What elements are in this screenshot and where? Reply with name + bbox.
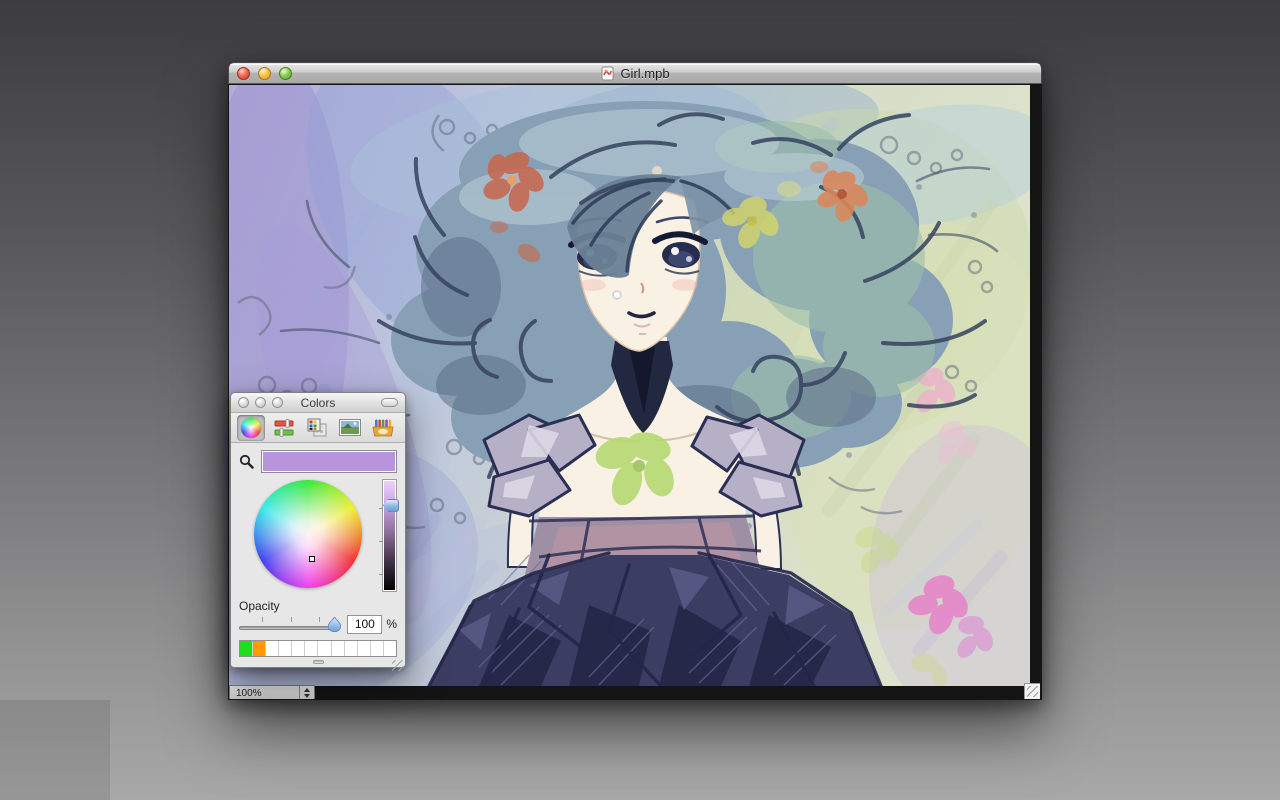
toolbar-toggle-button[interactable]: [381, 398, 398, 407]
opacity-section: Opacity %: [231, 598, 405, 635]
color-wheel[interactable]: [254, 480, 362, 588]
swatch-cell[interactable]: [266, 641, 279, 656]
current-color-well[interactable]: [261, 450, 397, 473]
opacity-value-field[interactable]: [347, 615, 382, 634]
zoom-up-arrow-icon: [304, 688, 310, 692]
swatch-cell[interactable]: [384, 641, 396, 656]
opacity-tick: [319, 617, 320, 622]
color-sliders-icon: [274, 419, 294, 437]
swatch-cell[interactable]: [240, 641, 253, 656]
drawer-drag-handle[interactable]: [313, 660, 324, 664]
swatch-cell[interactable]: [371, 641, 384, 656]
swatch-cell[interactable]: [358, 641, 371, 656]
swatch-cell[interactable]: [292, 641, 305, 656]
brightness-gradient: [384, 481, 395, 590]
document-icon: [600, 66, 615, 81]
color-palettes-icon: [307, 418, 327, 437]
brightness-tick: [379, 574, 383, 575]
panel-footer: [231, 660, 405, 673]
swatch-cell[interactable]: [345, 641, 358, 656]
tool-image-palettes[interactable]: [336, 415, 364, 441]
brightness-tick: [379, 508, 383, 509]
opacity-tick: [262, 617, 263, 622]
swatch-cell[interactable]: [332, 641, 345, 656]
swatch-cell[interactable]: [253, 641, 266, 656]
canvas-zoom-control[interactable]: 100%: [229, 685, 315, 699]
color-search-row: [231, 443, 405, 476]
brightness-slider[interactable]: [382, 479, 397, 592]
zoom-down-arrow-icon: [304, 694, 310, 698]
zoom-stepper[interactable]: [299, 686, 314, 699]
canvas-zoom-value: 100%: [230, 686, 299, 699]
color-wheel-marker: [309, 556, 315, 562]
colors-toolbar: [231, 413, 405, 443]
opacity-unit: %: [386, 617, 397, 631]
panel-close-button[interactable]: [238, 397, 249, 408]
close-button[interactable]: [237, 67, 250, 80]
swatch-cell[interactable]: [318, 641, 331, 656]
zoom-button[interactable]: [279, 67, 292, 80]
desktop-shadow: [0, 700, 110, 800]
tool-color-palettes[interactable]: [303, 415, 331, 441]
color-wheel-icon: [241, 418, 261, 438]
desktop: Girl.mpb: [0, 0, 1280, 800]
panel-resize-grip[interactable]: [392, 660, 403, 671]
color-wheel-area: [231, 476, 405, 598]
panel-minimize-button[interactable]: [255, 397, 266, 408]
panel-zoom-button[interactable]: [272, 397, 283, 408]
tool-color-sliders[interactable]: [270, 415, 298, 441]
opacity-tick: [291, 617, 292, 622]
colors-panel: Colors: [230, 392, 406, 668]
opacity-track: [239, 626, 340, 630]
swatch-cell[interactable]: [279, 641, 292, 656]
window-resize-grip[interactable]: [1024, 683, 1040, 699]
opacity-thumb[interactable]: [328, 617, 341, 632]
colors-panel-titlebar[interactable]: Colors: [231, 393, 405, 413]
image-palettes-icon: [339, 419, 361, 436]
swatch-cell[interactable]: [305, 641, 318, 656]
window-titlebar[interactable]: Girl.mpb: [228, 62, 1042, 84]
opacity-slider[interactable]: [239, 614, 340, 634]
opacity-label: Opacity: [239, 599, 397, 613]
minimize-button[interactable]: [258, 67, 271, 80]
window-title: Girl.mpb: [620, 66, 669, 81]
swatch-row: [239, 640, 397, 657]
brightness-tick: [379, 541, 383, 542]
window-title-wrap: Girl.mpb: [229, 63, 1041, 83]
tool-color-wheel[interactable]: [237, 415, 265, 441]
magnifier-icon[interactable]: [239, 454, 254, 469]
tool-crayons[interactable]: [369, 415, 397, 441]
crayons-icon: [372, 419, 394, 437]
